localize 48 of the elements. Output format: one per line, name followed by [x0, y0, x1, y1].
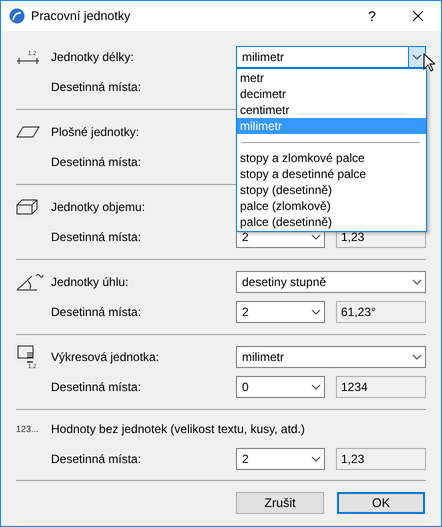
number-icon: 123... [16, 424, 39, 434]
decimals-dropdown[interactable]: 2 [236, 301, 325, 323]
unit-dropdown[interactable]: milimetr [236, 46, 426, 68]
unit-label: Výkresová jednotka: [51, 350, 160, 364]
chevron-icon [310, 456, 320, 462]
unit-label: Plošné jednotky: [51, 125, 140, 139]
app-logo-icon [9, 8, 25, 24]
chevron-icon [412, 354, 422, 360]
unit-label: Jednotky délky: [51, 50, 135, 64]
unit-label: Jednotky úhlu: [51, 275, 130, 289]
unit-dropdown[interactable]: milimetr [236, 346, 426, 368]
unit-label: Jednotky objemu: [51, 200, 146, 214]
preview-field: 1,23 [336, 448, 426, 470]
decimals-label: Desetinná místa: [51, 305, 142, 319]
chevron-icon [310, 384, 320, 390]
chevron-icon [310, 234, 320, 240]
preview-field: 61,23° [336, 301, 426, 323]
chevron-icon [412, 54, 422, 60]
decimals-label: Desetinná místa: [51, 230, 142, 244]
cancel-button[interactable]: Zrušit [236, 492, 324, 514]
chevron-icon [310, 309, 320, 315]
dropdown-option[interactable]: metr [237, 70, 426, 86]
dropdown-option[interactable]: stopy a zlomkové palce [237, 150, 426, 166]
dropdown-option[interactable]: palce (zlomkově) [237, 198, 426, 214]
preview-field: 1234 [336, 376, 426, 398]
dropdown-option[interactable]: centimetr [237, 102, 426, 118]
dimension-icon [16, 56, 40, 64]
unit-label: Hodnoty bez jednotek (velikost textu, kusy, atd.) [51, 422, 306, 436]
dropdown-option[interactable]: palce (desetinně) [237, 214, 426, 230]
chevron-icon [412, 279, 422, 285]
dropdown-option[interactable]: decimetr [237, 86, 426, 102]
help-button[interactable]: ? [349, 1, 395, 31]
dropdown-option[interactable]: stopy a desetinné palce [237, 166, 426, 182]
decimals-label: Desetinná místa: [51, 452, 142, 466]
decimals-label: Desetinná místa: [51, 380, 142, 394]
close-icon [412, 10, 424, 22]
decimals-dropdown[interactable]: 2 [236, 448, 325, 470]
window-title: Pracovní jednotky [31, 9, 132, 23]
decimals-label: Desetinná místa: [51, 155, 142, 169]
ok-button[interactable]: OK [337, 492, 425, 514]
parallelogram-icon [16, 126, 40, 138]
decimals-dropdown[interactable]: 0 [236, 376, 325, 398]
decimals-label: Desetinná místa: [51, 80, 142, 94]
drawing-sheet-icon [16, 344, 36, 364]
box-icon [16, 199, 38, 215]
unit-dropdown[interactable]: desetiny stupně [236, 271, 426, 293]
dropdown-option[interactable]: stopy (desetinně) [237, 182, 426, 198]
angle-icon [16, 273, 44, 291]
